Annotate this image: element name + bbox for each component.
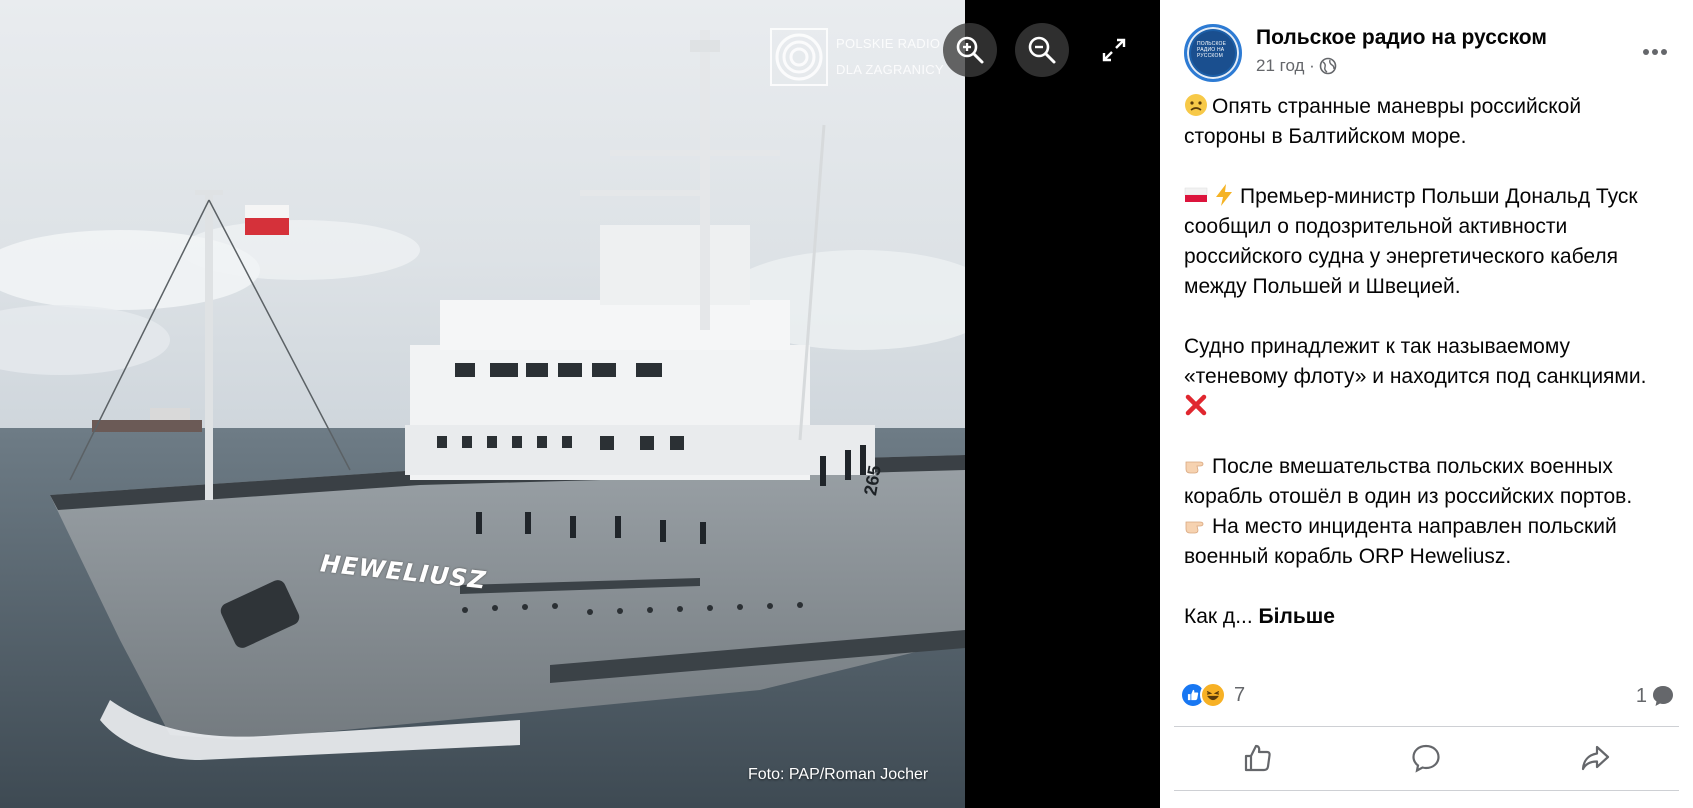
zoom-in-button[interactable]: [943, 23, 997, 77]
more-options-button[interactable]: [1637, 34, 1673, 70]
cross-mark-icon: [1185, 394, 1207, 416]
like-icon: [1245, 744, 1271, 772]
post-photo[interactable]: HEWELIUSZ 265 POLSKIE RADIO DLA ZAGRANIC…: [0, 0, 965, 808]
poland-flag-icon: [1184, 187, 1208, 202]
truncated-text: Как д...: [1184, 605, 1253, 628]
paragraph-1: Опять странные маневры российской сторон…: [1184, 92, 1674, 152]
expand-icon: [1102, 38, 1126, 62]
photo-viewer: HEWELIUSZ 265 POLSKIE RADIO DLA ZAGRANIC…: [0, 0, 1160, 808]
comment-bubble-icon: [1653, 686, 1673, 706]
post-meta: 21 год ·: [1256, 56, 1337, 76]
avatar-text: ПОЛЬСКОЕ РАДИО НА РУССКОМ: [1191, 31, 1235, 75]
watermark-line2: DLA ZAGRANICY: [836, 62, 944, 77]
reactions-count: 7: [1234, 683, 1246, 706]
reactions-summary[interactable]: 7: [1180, 682, 1245, 708]
paragraph-5: Как д... Більше: [1184, 602, 1674, 632]
zoom-in-icon: [956, 36, 984, 64]
avatar[interactable]: ПОЛЬСКОЕ РАДИО НА РУССКОМ: [1184, 24, 1242, 82]
post-text: Опять странные маневры российской сторон…: [1184, 92, 1674, 662]
paragraph-2-line-3: российского судна у энергетического кабе…: [1184, 245, 1618, 268]
zoom-out-icon: [1028, 36, 1056, 64]
share-button[interactable]: [1511, 730, 1679, 786]
paragraph-4-line-4: военный корабль ORP Heweliusz.: [1184, 545, 1512, 568]
page-name-link[interactable]: Польское радио на русском: [1256, 26, 1547, 50]
paragraph-3: Судно принадлежит к так называемому «тен…: [1184, 332, 1674, 422]
paragraph-4-line-1: После вмешательства польских военных: [1212, 455, 1613, 478]
paragraph-4-line-3: На место инцидента направлен польский: [1212, 515, 1617, 538]
fullscreen-button[interactable]: [1087, 23, 1141, 77]
zoom-out-button[interactable]: [1015, 23, 1069, 77]
watermark-logo: POLSKIE RADIO DLA ZAGRANICY: [770, 28, 944, 86]
comment-icon: [1412, 744, 1441, 773]
ellipsis-icon: [1643, 49, 1667, 55]
paragraph-1-line-1: Опять странные маневры российской: [1212, 95, 1582, 118]
pointing-hand-icon: [1185, 461, 1204, 474]
worried-face-icon: [1185, 94, 1207, 116]
paragraph-3-line-1: Судно принадлежит к так называемому: [1184, 335, 1571, 358]
haha-icon: [1200, 682, 1226, 708]
paragraph-2: Премьер-министр Польши Дональд Туск сооб…: [1184, 182, 1674, 302]
divider: [1174, 790, 1679, 791]
radio-rings-icon: [770, 28, 828, 86]
paragraph-2-line-1: Премьер-министр Польши Дональд Туск: [1240, 185, 1638, 208]
post-header: ПОЛЬСКОЕ РАДИО НА РУССКОМ Польское радио…: [1184, 22, 1673, 86]
comment-button[interactable]: [1342, 730, 1510, 786]
divider: [1174, 726, 1679, 727]
paragraph-4-line-2: корабль отошёл в один из российских порт…: [1184, 485, 1633, 508]
paragraph-4: После вмешательства польских военных кор…: [1184, 452, 1674, 572]
post-actions: [1174, 730, 1679, 786]
globe-icon[interactable]: [1319, 57, 1337, 75]
see-more-link[interactable]: Більше: [1259, 605, 1335, 628]
paragraph-1-line-2: стороны в Балтийском море.: [1184, 125, 1467, 148]
watermark-line1: POLSKIE RADIO: [836, 36, 941, 51]
post-panel: ПОЛЬСКОЕ РАДИО НА РУССКОМ Польское радио…: [1160, 0, 1693, 808]
comments-count-button[interactable]: 1: [1636, 684, 1675, 708]
post-time[interactable]: 21 год ·: [1256, 56, 1315, 76]
paragraph-2-line-2: сообщил о подозрительной активности: [1184, 215, 1568, 238]
lightning-icon: [1216, 184, 1232, 206]
paragraph-3-line-2: «теневому флоту» и находится под санкция…: [1184, 365, 1647, 388]
comments-count: 1: [1635, 684, 1647, 707]
like-button[interactable]: [1174, 730, 1342, 786]
share-icon: [1581, 745, 1609, 771]
photo-credit: Foto: PAP/Roman Jocher: [748, 766, 929, 783]
paragraph-2-line-4: между Польшей и Швецией.: [1184, 275, 1461, 298]
pointing-hand-icon: [1185, 521, 1204, 534]
